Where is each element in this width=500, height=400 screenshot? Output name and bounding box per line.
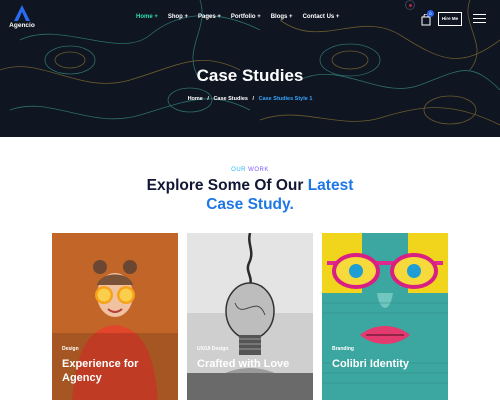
card-title[interactable]: Experience for Agency [62, 357, 174, 385]
breadcrumb-separator: / [252, 96, 255, 102]
nav-item-home[interactable]: Home + [136, 14, 158, 20]
page-hero: Agencio Home + Shop + Pages + Portfolio … [0, 0, 500, 137]
eyebrow-word-1: OUR [231, 167, 246, 173]
eyebrow-word-2: WORK [248, 167, 269, 173]
breadcrumb: Home / Case Studies / Case Studies Style… [0, 96, 500, 102]
nav-item-pages[interactable]: Pages + [198, 14, 221, 20]
breadcrumb-home[interactable]: Home [188, 96, 203, 102]
nav-item-shop[interactable]: Shop + [168, 14, 188, 20]
heading-plain: Explore Some Of Our [146, 177, 308, 194]
nav-item-portfolio[interactable]: Portfolio + [231, 14, 261, 20]
card-category: Branding [332, 346, 354, 352]
brand-logo[interactable]: Agencio [5, 4, 39, 34]
brand-name: Agencio [9, 22, 35, 29]
menu-hamburger-icon[interactable] [473, 14, 486, 24]
card-category: Design [62, 346, 79, 352]
decorative-dot-icon [405, 0, 415, 10]
card-image-graffiti [322, 233, 448, 400]
section-heading: Explore Some Of Our Latest Case Study. [0, 176, 500, 214]
nav-item-blogs[interactable]: Blogs + [271, 14, 293, 20]
case-study-card[interactable]: UX/UI Design Crafted with Love [187, 233, 313, 400]
breadcrumb-current: Case Studies Style 1 [258, 96, 313, 102]
card-title[interactable]: Colibri Identity [332, 357, 444, 371]
cart-count-badge: 0 [427, 10, 434, 17]
case-study-card[interactable]: Branding Colibri Identity [322, 233, 448, 400]
cart-button[interactable]: 0 [421, 10, 434, 26]
card-category: UX/UI Design [197, 346, 229, 352]
breadcrumb-case-studies[interactable]: Case Studies [213, 96, 248, 102]
heading-highlight-2: Case Study. [206, 196, 294, 213]
heading-highlight-1: Latest [307, 177, 354, 194]
nav-item-contact[interactable]: Contact Us + [303, 14, 340, 20]
hire-me-button[interactable]: Hire Me [438, 12, 462, 26]
card-title[interactable]: Crafted with Love [197, 357, 309, 371]
page-title: Case Studies [196, 66, 304, 85]
section-eyebrow: OUR WORK [0, 167, 500, 173]
breadcrumb-separator: / [207, 96, 209, 102]
case-study-card[interactable]: Design Experience for Agency [52, 233, 178, 400]
logo-mark-icon [14, 5, 30, 21]
main-nav: Home + Shop + Pages + Portfolio + Blogs … [136, 14, 349, 20]
card-image-lightbulb [187, 233, 313, 400]
